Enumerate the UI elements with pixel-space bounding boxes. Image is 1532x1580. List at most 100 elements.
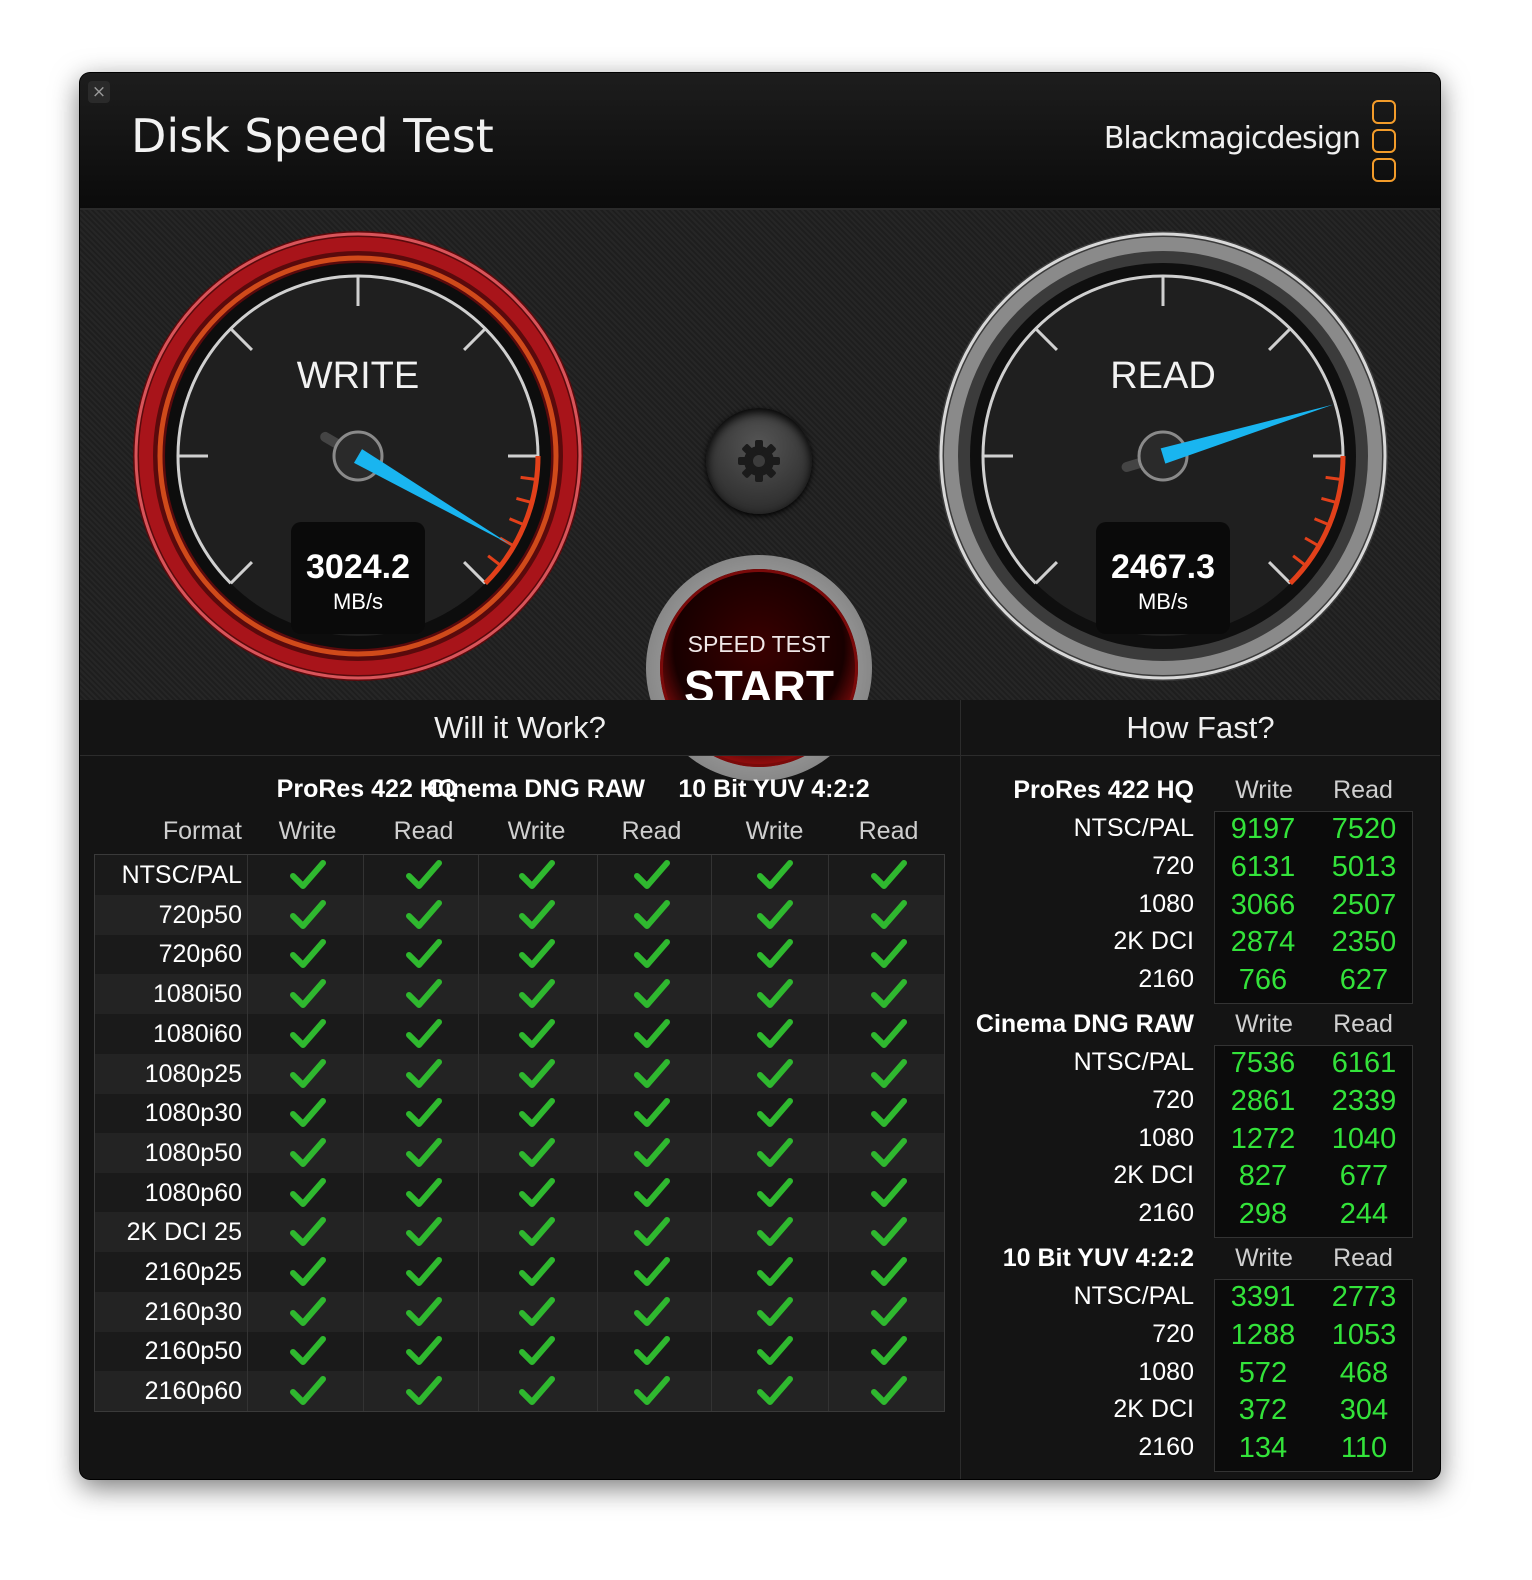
format-label: 720p60 (158, 940, 242, 969)
format-label: 2160p60 (144, 1377, 242, 1406)
table-row: 2160p60 (95, 1371, 944, 1412)
how-fast-write-value: 7536 (1230, 1047, 1296, 1079)
checkmark-icon (757, 1137, 793, 1167)
table-row: 1080p25 (95, 1053, 944, 1094)
write-readout: 3024.2 MB/s (291, 522, 425, 634)
will-it-work-column-header: Read (858, 817, 919, 845)
table-row: 720p50 (95, 894, 944, 935)
checkmark-icon (290, 1137, 326, 1167)
checkmark-icon (519, 1336, 555, 1366)
how-fast-read-value: 627 (1339, 964, 1389, 997)
how-fast-write-value: 298 (1238, 1198, 1288, 1231)
checkmark-icon (757, 899, 793, 929)
checkmark-icon (406, 1137, 442, 1167)
how-fast-write-value: 3066 (1230, 888, 1296, 921)
checkmark-icon (406, 1217, 442, 1247)
checkmark-icon (290, 1257, 326, 1286)
how-fast-read-value: 7520 (1331, 813, 1397, 845)
checkmark-icon (290, 1336, 326, 1366)
checkmark-icon (290, 1058, 326, 1088)
table-row: 1080i50 (95, 974, 944, 1015)
checkmark-icon (871, 1336, 907, 1366)
checkmark-icon (406, 1177, 442, 1207)
how-fast-row-label: 720 (1152, 1319, 1194, 1348)
checkmark-icon (519, 1296, 555, 1326)
table-row: 1080i60 (95, 1014, 944, 1054)
checkmark-icon (406, 1296, 442, 1326)
settings-button[interactable] (706, 408, 812, 514)
checkmark-icon (406, 860, 442, 889)
start-button-caption: SPEED TEST (687, 631, 831, 657)
table-row: 1080p50 (95, 1132, 944, 1173)
format-label: 1080p30 (144, 1099, 242, 1128)
checkmark-icon (634, 860, 670, 889)
how-fast-heading: How Fast? (961, 700, 1440, 756)
checkmark-icon (406, 1058, 442, 1088)
checkmark-icon (290, 1376, 326, 1406)
how-fast-row-label: 1080 (1138, 889, 1194, 918)
how-fast-write-value: 134 (1238, 1432, 1288, 1465)
checkmark-icon (871, 1376, 907, 1406)
format-label: 1080p60 (144, 1178, 242, 1207)
how-fast-group-header: Cinema DNG RAW (975, 1010, 1194, 1038)
how-fast-row-label: 2K DCI (1113, 1395, 1194, 1424)
will-it-work-column-header: Read (621, 817, 682, 845)
checkmark-icon (871, 1257, 907, 1286)
checkmark-icon (634, 1257, 670, 1286)
column-separator (247, 855, 248, 1411)
read-speed-unit: MB/s (1137, 589, 1189, 614)
checkmark-icon (871, 860, 907, 889)
checkmark-icon (871, 1217, 907, 1247)
checkmark-icon (757, 860, 793, 889)
format-label: 1080i60 (153, 1019, 242, 1048)
checkmark-icon (406, 1257, 442, 1286)
column-separator (711, 855, 712, 1411)
checkmark-icon (519, 1376, 555, 1406)
how-fast-write-value: 372 (1238, 1394, 1288, 1427)
how-fast-row-label: 2160 (1138, 965, 1194, 994)
how-fast-write-value: 766 (1238, 964, 1288, 997)
checkmark-icon (871, 1296, 907, 1326)
brand-name: Blackmagicdesign (1103, 121, 1361, 156)
format-label: 2K DCI 25 (126, 1218, 242, 1247)
how-fast-read-value: 6161 (1331, 1047, 1397, 1079)
format-label: 1080i50 (153, 980, 242, 1009)
how-fast-write-value: 3391 (1230, 1281, 1296, 1313)
format-label: 720p50 (158, 900, 242, 929)
checkmark-icon (757, 1336, 793, 1366)
read-speed-value: 2467.3 (1111, 548, 1215, 586)
app-title: Disk Speed Test (131, 109, 494, 163)
checkmark-icon (757, 939, 793, 969)
table-row: 2160p25 (95, 1252, 944, 1292)
checkmark-icon (634, 939, 670, 969)
checkmark-icon (406, 899, 442, 929)
checkmark-icon (871, 899, 907, 929)
checkmark-icon (634, 1177, 670, 1207)
checkmark-icon (757, 1296, 793, 1326)
how-fast-read-value: 2507 (1331, 888, 1397, 921)
checkmark-icon (634, 1296, 670, 1326)
table-row: 2160p50 (95, 1331, 944, 1371)
how-fast-row-label: 1080 (1138, 1357, 1194, 1386)
checkmark-icon (871, 1018, 907, 1048)
format-label: 1080p50 (144, 1138, 242, 1167)
checkmark-icon (519, 1018, 555, 1048)
how-fast-write-value: 6131 (1230, 850, 1296, 883)
column-separator (363, 855, 364, 1411)
gauge-area: WRITE 3024.2 MB/s SPEED TEST START READ … (80, 210, 1440, 781)
close-icon[interactable]: × (88, 81, 110, 103)
column-separator (478, 855, 479, 1411)
column-separator (597, 855, 598, 1411)
checkmark-icon (871, 1177, 907, 1207)
how-fast-column-header: Write (1235, 1244, 1293, 1272)
checkmark-icon (290, 1217, 326, 1247)
checkmark-icon (290, 1296, 326, 1326)
checkmark-icon (871, 1058, 907, 1088)
checkmark-icon (757, 1376, 793, 1406)
checkmark-icon (634, 899, 670, 929)
table-row: 720p60 (95, 934, 944, 974)
how-fast-write-value: 827 (1238, 1160, 1288, 1193)
write-speed-value: 3024.2 (306, 548, 410, 586)
how-fast-row-label: NTSC/PAL (1073, 1048, 1194, 1076)
how-fast-write-value: 2874 (1230, 926, 1296, 959)
